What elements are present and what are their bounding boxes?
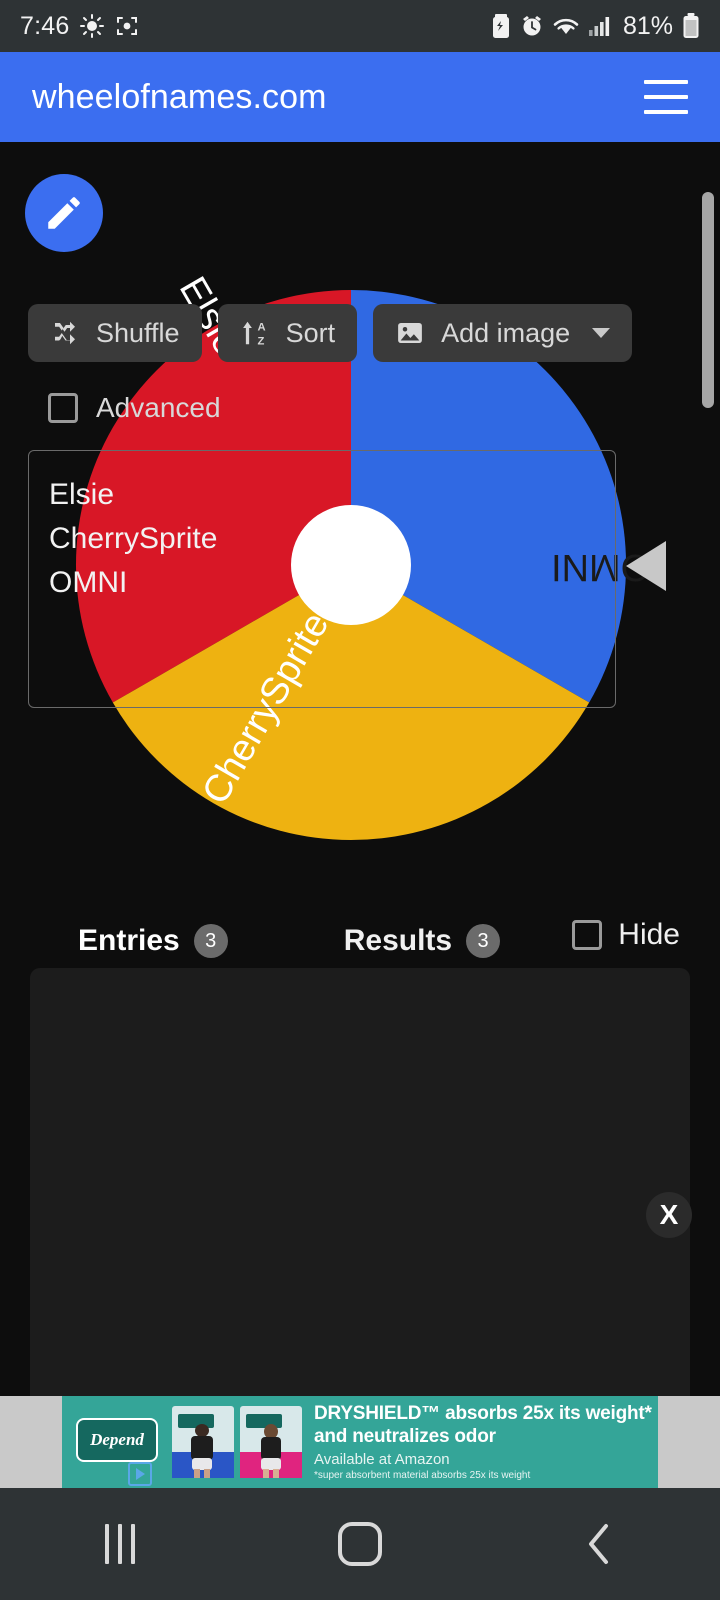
page-content: CherrySprite Elsie OMNI Entries 3 Result… <box>0 142 720 1396</box>
recents-icon <box>105 1524 135 1564</box>
android-navigation-bar <box>0 1488 720 1600</box>
hamburger-menu-icon[interactable] <box>644 80 688 114</box>
ad-close-button[interactable]: X <box>646 1192 692 1238</box>
advanced-checkbox-box[interactable] <box>48 393 78 423</box>
entry-line: CherrySprite <box>49 522 218 555</box>
battery-icon <box>683 13 699 38</box>
status-bar-clock: 7:46 <box>20 11 70 40</box>
entries-panel <box>30 968 690 1396</box>
screen-capture-icon <box>117 17 138 35</box>
ad-model-icon <box>186 1424 218 1478</box>
ad-brand-label: Depend <box>90 1430 144 1449</box>
entry-line: Elsie <box>49 478 115 511</box>
ad-close-label: X <box>659 1199 679 1230</box>
advanced-checkbox[interactable]: Advanced <box>48 392 221 424</box>
sort-button[interactable]: A Z Sort <box>217 304 358 362</box>
tab-results-badge: 3 <box>466 924 501 958</box>
alarm-icon <box>522 16 541 36</box>
tab-entries-badge: 3 <box>193 924 228 958</box>
status-bar-left: 7:46 <box>20 12 139 41</box>
entry-line: OMNI <box>49 566 128 599</box>
brightness-icon <box>80 14 105 38</box>
svg-text:Z: Z <box>257 335 264 347</box>
cellular-signal-icon <box>588 17 610 36</box>
image-icon <box>398 323 422 343</box>
add-image-button[interactable]: Add image <box>373 304 633 362</box>
page-scrollbar-thumb[interactable] <box>702 192 714 408</box>
status-bar: 7:46 81% <box>0 0 720 52</box>
svg-text:A: A <box>257 322 265 334</box>
status-bar-right: 81% <box>491 12 700 41</box>
home-button[interactable] <box>240 1488 480 1600</box>
shuffle-icon <box>55 321 75 345</box>
ad-model-icon <box>255 1424 287 1478</box>
entries-toolbar: Shuffle A Z Sort Add image <box>28 304 633 362</box>
back-button[interactable] <box>480 1488 720 1600</box>
ad-banner[interactable]: Depend DRYSHIELD™ absorbs 25x its weight… <box>62 1396 658 1488</box>
wifi-icon <box>553 18 579 34</box>
site-title: wheelofnames.com <box>32 77 327 116</box>
tab-entries-label: Entries <box>78 924 180 957</box>
entries-textarea[interactable]: Elsie CherrySprite OMNI <box>28 450 616 708</box>
ad-product-image <box>172 1406 234 1478</box>
ad-product-image <box>240 1406 302 1478</box>
ad-banner-container: Depend DRYSHIELD™ absorbs 25x its weight… <box>0 1396 720 1488</box>
tab-results-label: Results <box>343 924 453 957</box>
battery-percent-label: 81% <box>622 11 673 40</box>
home-icon <box>338 1522 382 1566</box>
ad-brand-logo: Depend <box>76 1418 158 1462</box>
edit-wheel-button[interactable] <box>25 174 103 252</box>
sort-alpha-icon: A Z <box>242 322 266 347</box>
chevron-down-icon[interactable] <box>592 328 611 338</box>
ad-copy: DRYSHIELD™ absorbs 25x its weight* and n… <box>314 1402 658 1481</box>
add-image-label: Add image <box>441 317 571 348</box>
pencil-edit-icon <box>48 197 80 229</box>
sort-label: Sort <box>285 317 336 348</box>
advanced-checkbox-label: Advanced <box>96 392 221 423</box>
shuffle-label: Shuffle <box>96 317 180 348</box>
ad-headline-line2: and neutralizes odor <box>314 1426 496 1447</box>
hide-checkbox-box[interactable] <box>572 920 603 950</box>
hide-checkbox[interactable]: Hide <box>572 918 680 952</box>
ad-choices-icon[interactable] <box>128 1462 152 1486</box>
browser-app-bar: wheelofnames.com <box>0 52 720 142</box>
back-chevron-icon <box>589 1524 608 1564</box>
phone-screen: 7:46 81% wheelofnames.com CherrySprite E… <box>0 0 720 1600</box>
battery-saver-icon <box>492 14 509 38</box>
shuffle-button[interactable]: Shuffle <box>28 304 202 362</box>
ad-fine-print: *super absorbent material absorbs 25x it… <box>314 1470 531 1481</box>
hide-checkbox-label: Hide <box>618 918 680 951</box>
ad-subtext: Available at Amazon <box>314 1451 450 1468</box>
recents-button[interactable] <box>0 1488 240 1600</box>
ad-headline-line1: DRYSHIELD™ absorbs 25x its weight* <box>314 1403 652 1424</box>
